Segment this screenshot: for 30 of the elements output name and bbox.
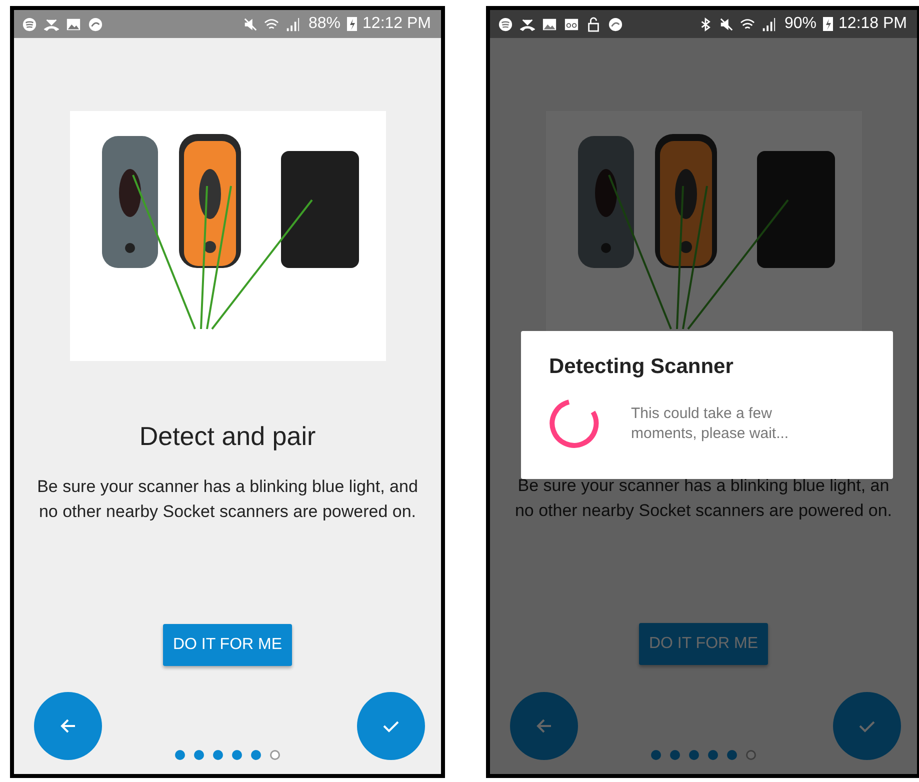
clock-time: 12:18 PM [838,15,907,33]
battery-icon [822,17,833,31]
music-icon [22,16,37,32]
missed-call-icon [44,16,59,32]
clock-time: 12:12 PM [362,15,431,33]
app-icon [608,16,623,32]
signal-icon [761,16,776,32]
dialog-message: This could take a few moments, please wait... [631,404,790,444]
battery-percent: 88% [308,15,341,33]
do-it-for-me-button[interactable]: DO IT FOR ME [162,624,292,666]
instruction-line: Be sure your scanner has a blinking blue light, and [37,476,418,498]
instruction-line: no other nearby Socket scanners are powered on. [514,500,892,522]
app-icon [88,16,103,32]
signal-icon [285,16,300,32]
mute-icon [243,16,258,32]
wifi-icon [740,16,756,32]
dialog-title: Detecting Scanner [549,355,734,379]
do-it-for-me-button[interactable]: DO IT FOR ME [638,623,768,665]
instruction-line: Be sure your scanner has a blinking blue light, an [516,475,890,497]
wifi-icon [264,16,280,32]
image-icon [66,16,81,32]
instruction-line: no other nearby Socket scanners are powered on. [38,501,418,523]
music-icon [498,16,513,32]
step-title: Detect and pair [139,421,316,452]
mute-icon [719,16,734,32]
loading-spinner-icon [549,399,599,449]
battery-percent: 90% [784,15,817,33]
missed-call-icon [520,16,535,32]
battery-icon [346,17,357,31]
image-icon [542,16,557,32]
